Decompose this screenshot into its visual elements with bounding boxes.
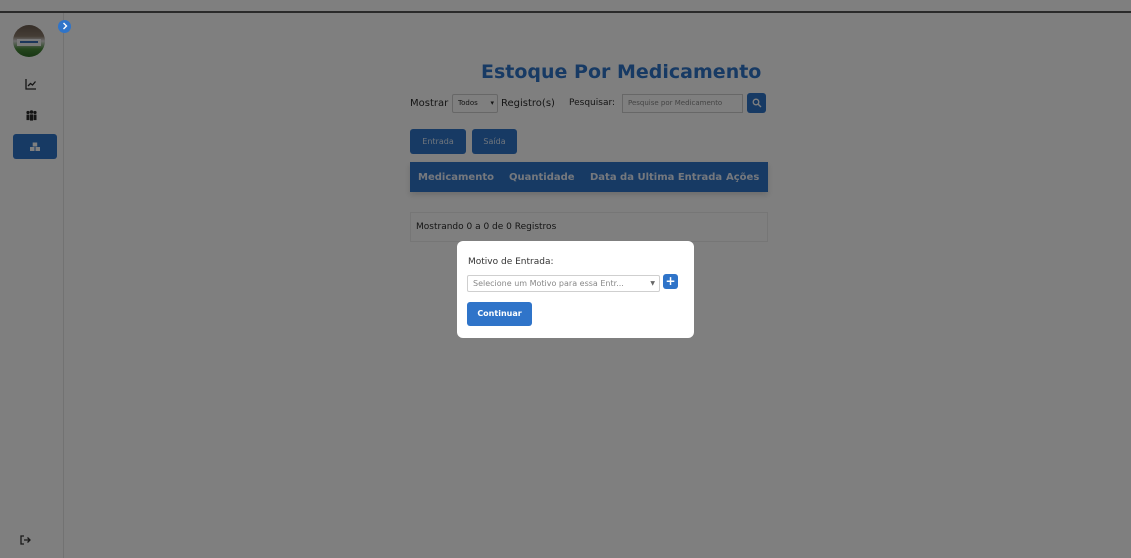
add-motivo-button[interactable]: + (663, 274, 678, 289)
chevron-down-icon: ▼ (648, 276, 655, 291)
entrada-modal: Motivo de Entrada: Selecione um Motivo p… (457, 241, 694, 338)
chevron-right-icon (62, 22, 67, 30)
motivo-select[interactable]: Selecione um Motivo para essa Entr... ▼ (467, 275, 660, 292)
continue-button[interactable]: Continuar (467, 302, 532, 326)
motivo-select-placeholder: Selecione um Motivo para essa Entr... (473, 279, 624, 288)
sidebar-toggle-button[interactable] (58, 20, 71, 33)
motivo-label: Motivo de Entrada: (468, 257, 554, 267)
